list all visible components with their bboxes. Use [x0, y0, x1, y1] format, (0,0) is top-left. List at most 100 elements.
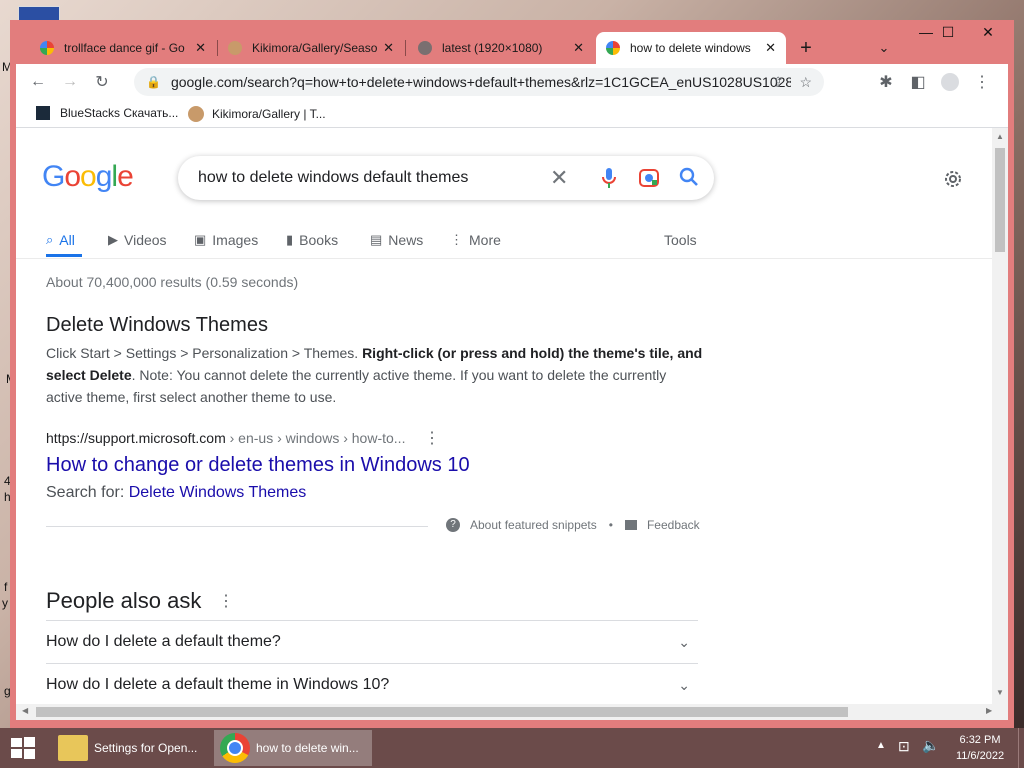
search-for-link[interactable]: Delete Windows Themes — [129, 484, 307, 501]
folder-icon — [58, 735, 88, 761]
tab-strip: trollface dance gif - Go ✕ Kikimora/Gall… — [10, 20, 1014, 64]
close-icon[interactable]: ✕ — [765, 40, 776, 56]
taskbar-item-chrome[interactable]: how to delete win... — [214, 730, 372, 766]
tab-kikimora[interactable]: Kikimora/Gallery/Seaso ✕ — [218, 32, 404, 64]
result-link-title[interactable]: How to change or delete themes in Window… — [46, 454, 470, 477]
tab-news[interactable]: ▤ News — [370, 232, 423, 248]
taskbar-item-settings[interactable]: Settings for Open... — [52, 730, 210, 766]
search-icon[interactable] — [678, 166, 700, 188]
horizontal-scroll-thumb[interactable] — [36, 707, 848, 717]
show-desktop-button[interactable] — [1018, 728, 1024, 768]
scroll-left-arrow-icon[interactable]: ◀ — [22, 706, 28, 715]
tab-how-to-delete[interactable]: how to delete windows ✕ — [596, 32, 786, 64]
gear-icon[interactable] — [942, 168, 964, 190]
snippet-text: Click Start > Settings > Personalization… — [46, 342, 706, 408]
close-icon[interactable]: ✕ — [383, 40, 394, 56]
snippet-text-part1: Click Start > Settings > Personalization… — [46, 345, 363, 361]
nav-divider — [16, 258, 992, 259]
close-icon[interactable]: ✕ — [573, 40, 584, 56]
tab-label: More — [469, 232, 501, 248]
vertical-scroll-thumb[interactable] — [995, 148, 1005, 252]
network-icon[interactable]: ⊡ — [898, 738, 910, 755]
feedback-link[interactable]: Feedback — [647, 518, 700, 532]
scroll-right-arrow-icon[interactable]: ▶ — [986, 706, 992, 715]
paa-question[interactable]: How do I delete a default theme in Windo… — [46, 663, 698, 704]
reload-icon[interactable]: ↻ — [90, 70, 114, 94]
maximize-button[interactable]: ☐ — [926, 20, 970, 44]
snippet-text-part2: . Note: You cannot delete the currently … — [46, 367, 667, 405]
search-icon: ⌕ — [46, 232, 54, 247]
bookmark-label: Kikimora/Gallery | T... — [212, 107, 326, 121]
tab-all[interactable]: ⌕ All — [46, 232, 75, 248]
tools-button[interactable]: Tools — [664, 232, 697, 248]
about-snippets-link[interactable]: About featured snippets — [470, 518, 597, 532]
camera-lens-icon[interactable] — [638, 167, 660, 189]
snippet-footer: ? About featured snippets • Feedback — [446, 518, 700, 532]
clear-icon[interactable]: ✕ — [550, 165, 568, 191]
back-arrow-icon[interactable]: ← — [26, 70, 50, 94]
bookmark-bluestacks[interactable]: BlueStacks Скачать... — [36, 106, 178, 120]
tab-label: Videos — [124, 232, 167, 248]
horizontal-scrollbar[interactable]: ◀ ▶ — [16, 704, 1008, 720]
new-tab-button[interactable]: + — [790, 32, 822, 64]
tab-search-chevron-icon[interactable]: ⌄ — [872, 32, 896, 64]
paa-question-text: How do I delete a default theme? — [46, 633, 281, 650]
kikimora-icon — [228, 41, 242, 55]
play-icon: ▶ — [108, 232, 118, 247]
volume-icon[interactable]: 🔈 — [922, 737, 939, 754]
help-icon: ? — [446, 518, 460, 532]
search-for-label: Search for: — [46, 484, 129, 501]
profile-avatar[interactable] — [938, 70, 962, 94]
browser-window: trollface dance gif - Go ✕ Kikimora/Gall… — [10, 20, 1014, 728]
clock[interactable]: 6:32 PM 11/6/2022 — [948, 732, 1012, 764]
scroll-up-arrow-icon[interactable]: ▲ — [996, 132, 1004, 141]
extensions-icon[interactable]: ✱ — [874, 70, 898, 94]
bookmark-kikimora[interactable]: Kikimora/Gallery | T... — [188, 106, 326, 122]
microphone-icon[interactable] — [600, 166, 618, 190]
bluestacks-icon — [36, 106, 50, 120]
window-close-button[interactable]: ✕ — [966, 20, 1010, 44]
tab-more[interactable]: ⋮ More — [450, 232, 501, 248]
tab-title: Kikimora/Gallery/Seaso — [252, 41, 378, 55]
globe-icon — [418, 41, 432, 55]
tab-latest[interactable]: latest (1920×1080) ✕ — [408, 32, 594, 64]
taskbar: Settings for Open... how to delete win..… — [0, 728, 1024, 768]
tab-trollface[interactable]: trollface dance gif - Go ✕ — [30, 32, 216, 64]
source-citation: https://support.microsoft.com › en-us › … — [46, 430, 405, 446]
tab-books[interactable]: ▮ Books — [286, 232, 338, 248]
page-content: Google how to delete windows default the… — [16, 128, 992, 704]
tab-title: trollface dance gif - Go — [64, 41, 185, 55]
source-path: › en-us › windows › how-to... — [225, 430, 406, 446]
search-input[interactable]: how to delete windows default themes — [198, 169, 468, 187]
google-icon — [40, 41, 54, 55]
clock-time: 6:32 PM — [959, 734, 1001, 746]
google-logo[interactable]: Google — [42, 160, 134, 194]
paa-more-icon[interactable]: ⋮ — [218, 591, 234, 611]
taskbar-item-label: how to delete win... — [256, 741, 359, 755]
tab-images[interactable]: ▣ Images — [194, 232, 258, 248]
search-box[interactable]: how to delete windows default themes ✕ — [178, 156, 714, 200]
source-url: https://support.microsoft.com — [46, 430, 226, 446]
close-icon[interactable]: ✕ — [195, 40, 206, 56]
paa-question-text: How do I delete a default theme in Windo… — [46, 676, 390, 693]
tab-videos[interactable]: ▶ Videos — [108, 232, 167, 248]
snippet-divider — [46, 526, 428, 527]
news-icon: ▤ — [370, 232, 383, 247]
vertical-scrollbar[interactable]: ▲ ▼ — [992, 128, 1008, 704]
forward-arrow-icon[interactable]: → — [58, 70, 82, 94]
scroll-down-arrow-icon[interactable]: ▼ — [996, 688, 1004, 697]
image-icon: ▣ — [194, 232, 207, 247]
lock-icon[interactable]: 🔒 — [146, 75, 161, 89]
tab-title: latest (1920×1080) — [442, 41, 543, 55]
bookmark-star-icon[interactable]: ☆ — [799, 74, 812, 91]
paa-title: People also ask — [46, 588, 202, 613]
more-options-icon[interactable]: ⋮ — [424, 428, 440, 448]
address-bar[interactable]: 🔒 google.com/search?q=how+to+delete+wind… — [134, 68, 824, 96]
side-panel-icon[interactable]: ◧ — [906, 70, 930, 94]
share-icon[interactable]: ⇪ — [772, 74, 784, 91]
snippet-heading: Delete Windows Themes — [46, 314, 268, 336]
windows-start-icon[interactable] — [10, 736, 36, 760]
paa-question[interactable]: How do I delete a default theme? ⌄ — [46, 620, 698, 663]
browser-menu-icon[interactable]: ⋮ — [970, 70, 994, 94]
tray-chevron-up-icon[interactable]: ▲ — [876, 740, 886, 751]
